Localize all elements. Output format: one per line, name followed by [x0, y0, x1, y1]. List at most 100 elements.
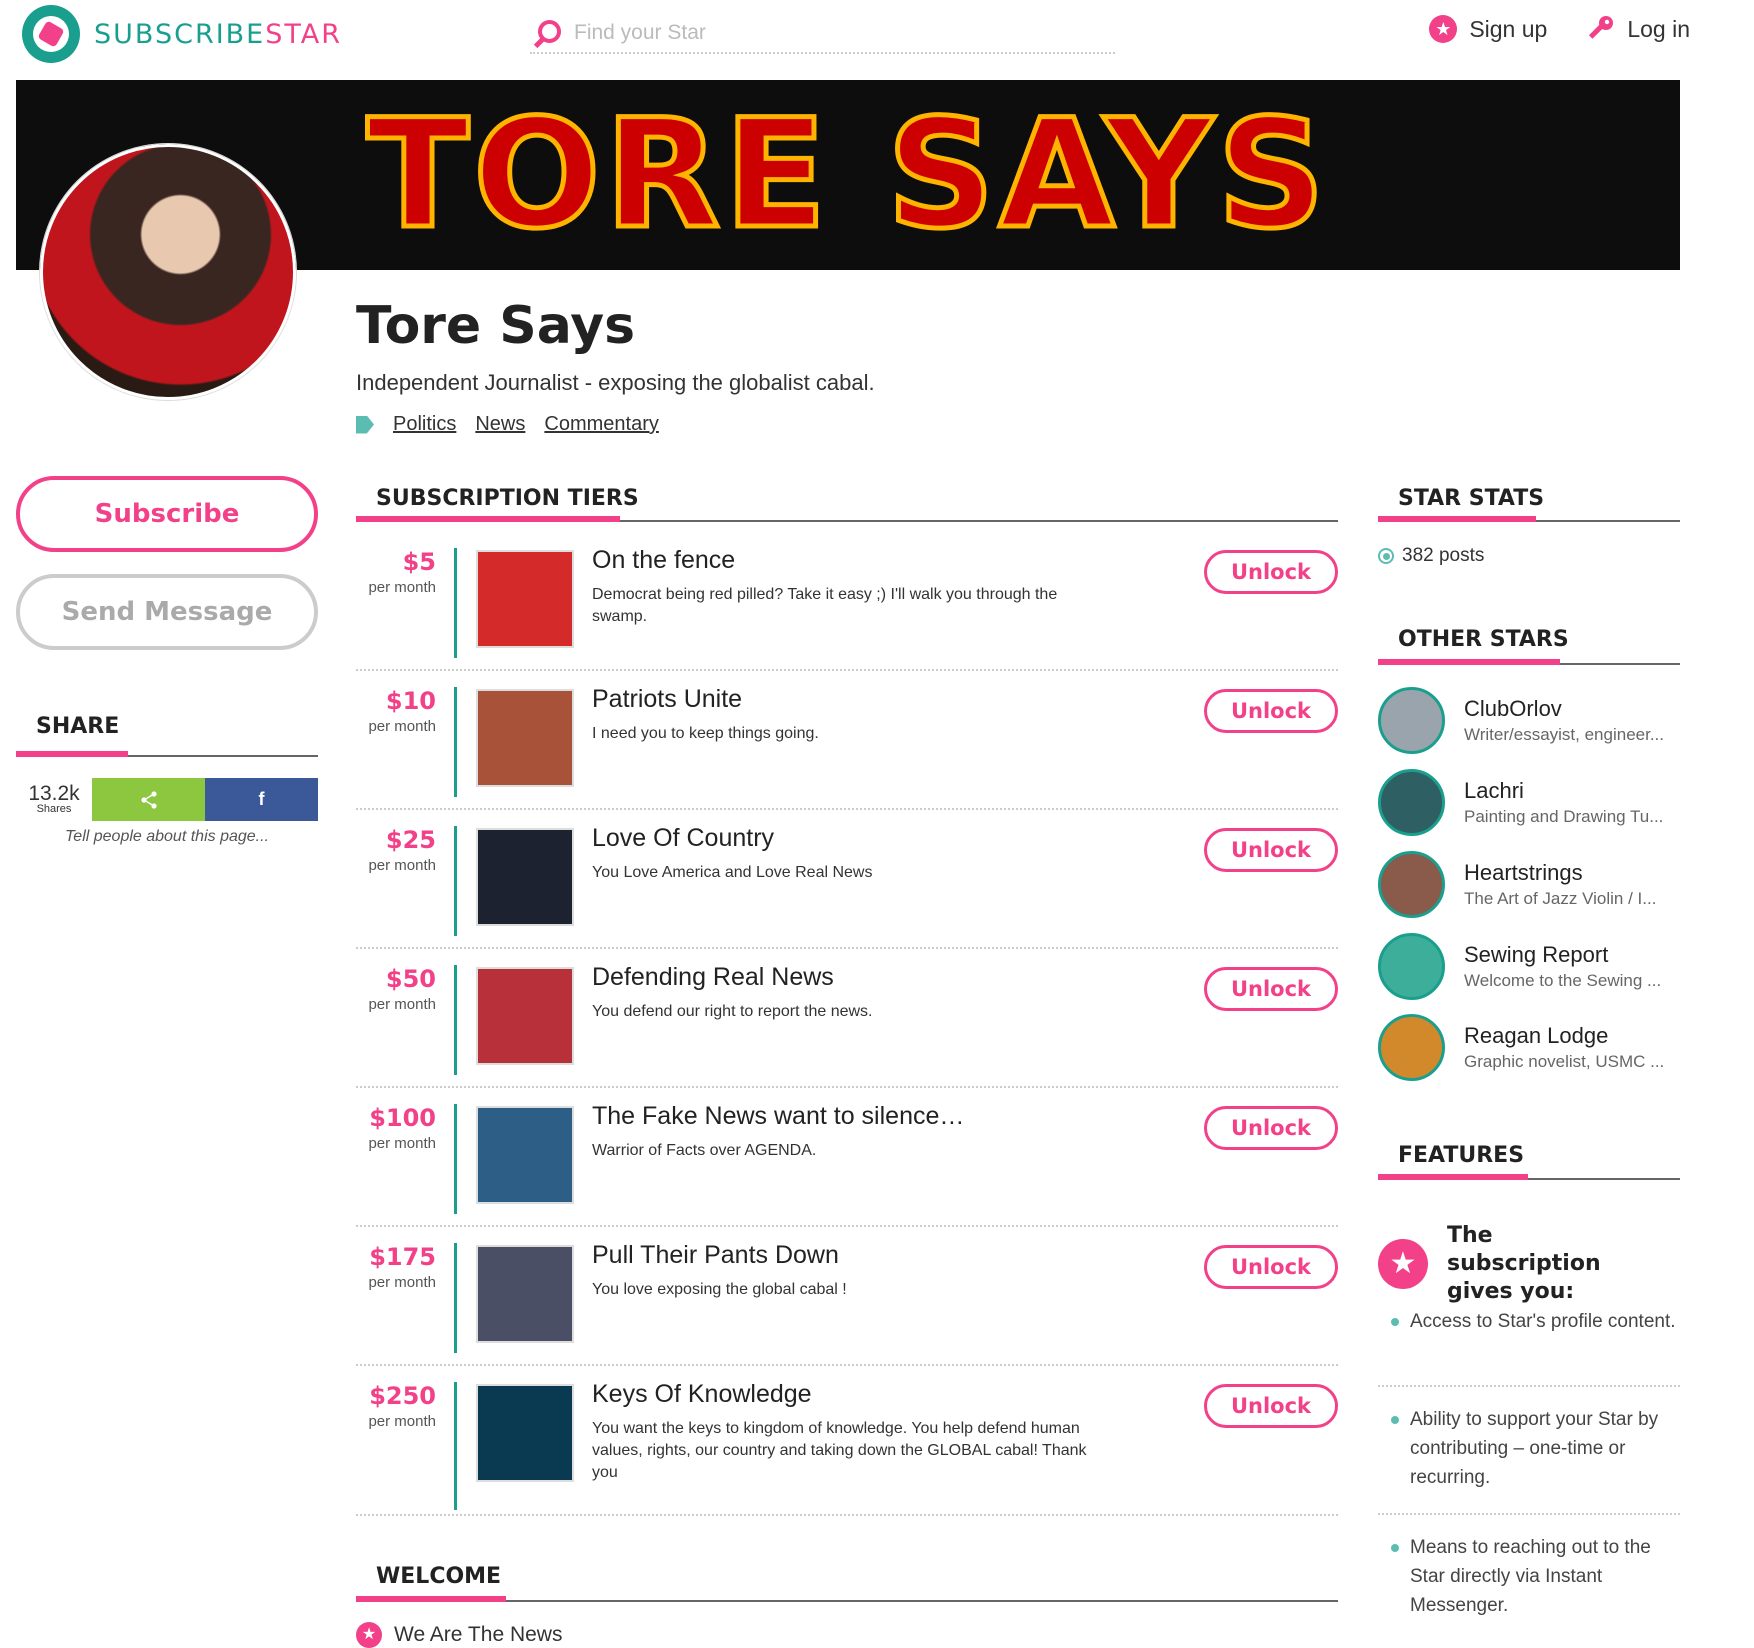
star-icon: ★	[356, 1622, 382, 1648]
star-text: Lachri Painting and Drawing Tu...	[1464, 778, 1678, 827]
logo-icon	[22, 5, 80, 63]
other-star-item[interactable]: ClubOrlov Writer/essayist, engineer...	[1378, 685, 1680, 755]
search-icon[interactable]	[530, 18, 561, 48]
profile-tags: Politics News Commentary	[356, 413, 659, 436]
star-text: Reagan Lodge Graphic novelist, USMC ...	[1464, 1023, 1678, 1072]
posts-count-label: 382 posts	[1402, 545, 1485, 566]
tier-title: On the fence	[592, 546, 736, 574]
signup-label: Sign up	[1469, 15, 1548, 42]
tier-title: Pull Their Pants Down	[592, 1241, 839, 1269]
tier-amount: $175	[369, 1243, 436, 1271]
other-star-item[interactable]: Lachri Painting and Drawing Tu...	[1378, 767, 1680, 837]
tier-accent-bar	[454, 826, 457, 936]
tier-accent-bar	[454, 548, 457, 658]
unlock-button[interactable]: Unlock	[1204, 1384, 1338, 1428]
star-description: Writer/essayist, engineer...	[1464, 724, 1664, 744]
tier-card: $10 per month Patriots Unite I need you t…	[356, 671, 1338, 810]
star-avatar	[1378, 768, 1445, 836]
tier-price: $250 per month	[356, 1382, 436, 1430]
tier-description: I need you to keep things going.	[592, 725, 819, 742]
tier-image	[476, 689, 574, 787]
tier-price: $50 per month	[356, 965, 436, 1013]
tag-icon	[356, 415, 374, 434]
tier-title: Defending Real News	[592, 963, 834, 991]
tier-title: Love Of Country	[592, 824, 775, 852]
tier-description: You defend our right to report the news.	[592, 1003, 873, 1020]
share-icon	[140, 790, 157, 809]
send-message-button[interactable]: Send Message	[16, 574, 318, 650]
feature-divider	[1378, 1385, 1680, 1387]
signup-link[interactable]: ★ Sign up	[1429, 15, 1547, 43]
tier-price: $25 per month	[356, 826, 436, 874]
tag-link-politics[interactable]: Politics	[393, 413, 456, 436]
tier-amount: $25	[385, 826, 436, 854]
welcome-item: ★ We Are The News	[356, 1622, 562, 1648]
tier-price: $100 per month	[356, 1104, 436, 1152]
subscribe-button[interactable]: Subscribe	[16, 476, 318, 552]
tag-link-news[interactable]: News	[475, 413, 525, 436]
unlock-button[interactable]: Unlock	[1204, 967, 1338, 1011]
tier-period: per month	[368, 1274, 436, 1291]
top-bar: SUBSCRIBESTAR ★ Sign up Log in	[0, 0, 1754, 72]
share-count-value: 13.2k	[28, 782, 80, 805]
tier-amount: $10	[385, 687, 436, 715]
star-stats-heading: STAR STATS	[1398, 486, 1545, 511]
tier-accent-bar	[454, 965, 457, 1075]
tier-title: The Fake News want to silence…	[592, 1102, 965, 1130]
features-summary: ★ The subscription gives you:	[1378, 1222, 1647, 1306]
tier-period: per month	[368, 1413, 436, 1430]
logo-text: SUBSCRIBESTAR	[94, 18, 343, 50]
tier-period: per month	[368, 857, 436, 874]
search-input[interactable]	[574, 21, 1094, 45]
star-description: Painting and Drawing Tu...	[1464, 806, 1664, 826]
tier-price: $10 per month	[356, 687, 436, 735]
tier-title: Patriots Unite	[592, 685, 743, 713]
share-count: 13.2k Shares	[16, 778, 92, 821]
feature-item: Means to reaching out to the Star direct…	[1378, 1533, 1680, 1620]
tiers-divider-accent	[356, 516, 620, 522]
tier-image	[476, 1106, 574, 1204]
star-avatar	[1378, 1013, 1445, 1081]
unlock-button[interactable]: Unlock	[1204, 689, 1338, 733]
features-title: The subscription gives you:	[1447, 1223, 1601, 1304]
tier-price: $5 per month	[356, 548, 436, 596]
tier-card: $5 per month On the fence Democrat being …	[356, 532, 1338, 671]
unlock-button[interactable]: Unlock	[1204, 1106, 1338, 1150]
unlock-button[interactable]: Unlock	[1204, 1245, 1338, 1289]
tier-card: $250 per month Keys Of Knowledge You want…	[356, 1366, 1338, 1516]
tier-description: You want the keys to kingdom of knowledg…	[592, 1420, 1087, 1481]
tier-amount: $50	[385, 965, 436, 993]
facebook-icon: f	[258, 789, 265, 809]
tier-description: You Love America and Love Real News	[592, 864, 873, 881]
tier-image	[476, 828, 574, 926]
tier-title: Keys Of Knowledge	[592, 1380, 812, 1408]
tag-link-commentary[interactable]: Commentary	[544, 413, 658, 436]
other-stars-divider-accent	[1378, 659, 1560, 665]
facebook-share-button[interactable]: f	[205, 778, 318, 821]
tier-accent-bar	[454, 1104, 457, 1214]
share-row: 13.2k Shares f	[16, 778, 318, 821]
tier-card: $25 per month Love Of Country You Love Am…	[356, 810, 1338, 949]
other-star-item[interactable]: Reagan Lodge Graphic novelist, USMC ...	[1378, 1012, 1680, 1082]
feature-item: Ability to support your Star by contribu…	[1378, 1405, 1680, 1492]
unlock-button[interactable]: Unlock	[1204, 550, 1338, 594]
star-description: The Art of Jazz Violin / I...	[1464, 888, 1657, 908]
share-count-label: Shares	[36, 803, 72, 815]
tier-description: Democrat being red pilled? Take it easy …	[592, 586, 1058, 625]
auth-links: ★ Sign up Log in	[1429, 14, 1690, 44]
login-link[interactable]: Log in	[1585, 14, 1690, 44]
star-icon: ★	[1378, 1239, 1428, 1289]
other-star-item[interactable]: Sewing Report Welcome to the Sewing ...	[1378, 931, 1680, 1001]
other-star-item[interactable]: Heartstrings The Art of Jazz Violin / I..…	[1378, 849, 1680, 919]
tier-image	[476, 550, 574, 648]
tier-image	[476, 1384, 574, 1482]
share-button[interactable]	[92, 778, 205, 821]
share-heading: SHARE	[36, 714, 120, 739]
star-name: Reagan Lodge	[1464, 1022, 1609, 1048]
tier-card: $100 per month The Fake News want to sile…	[356, 1088, 1338, 1227]
star-icon: ★	[1429, 15, 1458, 43]
welcome-item-label: We Are The News	[394, 1623, 563, 1646]
logo[interactable]: SUBSCRIBESTAR	[22, 5, 342, 63]
tier-card: $175 per month Pull Their Pants Down You …	[356, 1227, 1338, 1366]
unlock-button[interactable]: Unlock	[1204, 828, 1338, 872]
